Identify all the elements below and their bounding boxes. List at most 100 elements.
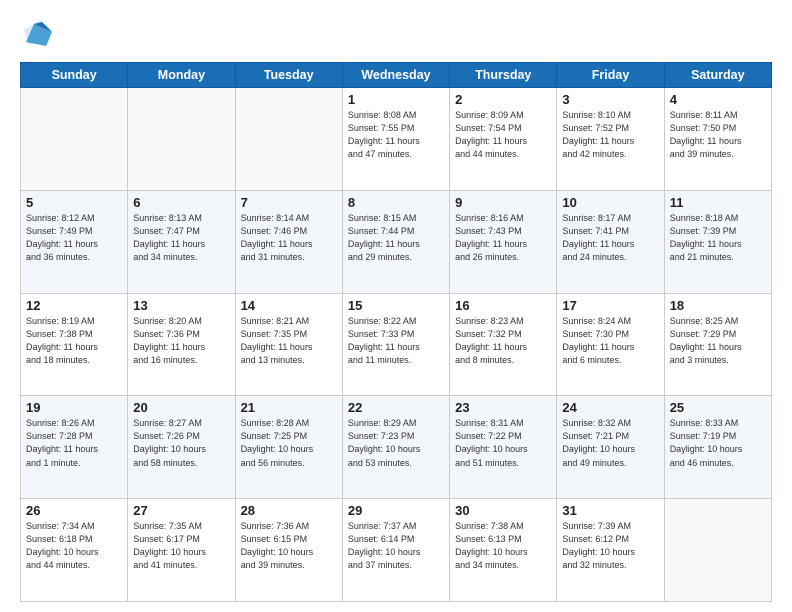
calendar-day-cell <box>664 499 771 602</box>
logo-icon <box>20 16 56 52</box>
day-info: Sunrise: 8:08 AM Sunset: 7:55 PM Dayligh… <box>348 109 444 161</box>
calendar-day-header: Tuesday <box>235 63 342 88</box>
day-number: 14 <box>241 298 337 313</box>
day-info: Sunrise: 7:34 AM Sunset: 6:18 PM Dayligh… <box>26 520 122 572</box>
calendar-day-cell: 18 Sunrise: 8:25 AM Sunset: 7:29 PM Dayli… <box>664 293 771 396</box>
day-info: Sunrise: 7:39 AM Sunset: 6:12 PM Dayligh… <box>562 520 658 572</box>
day-number: 3 <box>562 92 658 107</box>
day-number: 7 <box>241 195 337 210</box>
day-number: 28 <box>241 503 337 518</box>
day-number: 5 <box>26 195 122 210</box>
calendar-day-cell: 11 Sunrise: 8:18 AM Sunset: 7:39 PM Dayli… <box>664 190 771 293</box>
calendar-day-cell: 24 Sunrise: 8:32 AM Sunset: 7:21 PM Dayli… <box>557 396 664 499</box>
calendar-day-cell: 21 Sunrise: 8:28 AM Sunset: 7:25 PM Dayli… <box>235 396 342 499</box>
calendar-day-cell: 17 Sunrise: 8:24 AM Sunset: 7:30 PM Dayli… <box>557 293 664 396</box>
calendar-day-cell: 10 Sunrise: 8:17 AM Sunset: 7:41 PM Dayli… <box>557 190 664 293</box>
day-number: 20 <box>133 400 229 415</box>
calendar-day-cell: 27 Sunrise: 7:35 AM Sunset: 6:17 PM Dayli… <box>128 499 235 602</box>
day-number: 21 <box>241 400 337 415</box>
calendar-day-cell: 26 Sunrise: 7:34 AM Sunset: 6:18 PM Dayli… <box>21 499 128 602</box>
calendar-day-header: Thursday <box>450 63 557 88</box>
day-number: 15 <box>348 298 444 313</box>
calendar-day-cell: 20 Sunrise: 8:27 AM Sunset: 7:26 PM Dayli… <box>128 396 235 499</box>
day-info: Sunrise: 7:37 AM Sunset: 6:14 PM Dayligh… <box>348 520 444 572</box>
calendar-day-cell: 29Sunrise: 7:37 AM Sunset: 6:14 PM Dayli… <box>342 499 449 602</box>
day-info: Sunrise: 8:28 AM Sunset: 7:25 PM Dayligh… <box>241 417 337 469</box>
day-number: 6 <box>133 195 229 210</box>
day-number: 12 <box>26 298 122 313</box>
day-info: Sunrise: 8:23 AM Sunset: 7:32 PM Dayligh… <box>455 315 551 367</box>
day-info: Sunrise: 8:19 AM Sunset: 7:38 PM Dayligh… <box>26 315 122 367</box>
calendar-day-cell: 12 Sunrise: 8:19 AM Sunset: 7:38 PM Dayli… <box>21 293 128 396</box>
calendar-day-cell: 9Sunrise: 8:16 AM Sunset: 7:43 PM Daylig… <box>450 190 557 293</box>
day-number: 22 <box>348 400 444 415</box>
day-number: 30 <box>455 503 551 518</box>
calendar-day-header: Friday <box>557 63 664 88</box>
calendar-week-row: 5Sunrise: 8:12 AM Sunset: 7:49 PM Daylig… <box>21 190 772 293</box>
calendar-day-header: Saturday <box>664 63 771 88</box>
calendar-day-cell: 6 Sunrise: 8:13 AM Sunset: 7:47 PM Daylig… <box>128 190 235 293</box>
day-number: 18 <box>670 298 766 313</box>
calendar-day-cell: 28 Sunrise: 7:36 AM Sunset: 6:15 PM Dayli… <box>235 499 342 602</box>
calendar-week-row: 19 Sunrise: 8:26 AM Sunset: 7:28 PM Dayli… <box>21 396 772 499</box>
day-info: Sunrise: 8:18 AM Sunset: 7:39 PM Dayligh… <box>670 212 766 264</box>
calendar-day-cell: 3Sunrise: 8:10 AM Sunset: 7:52 PM Daylig… <box>557 88 664 191</box>
calendar-day-cell <box>21 88 128 191</box>
day-number: 24 <box>562 400 658 415</box>
day-info: Sunrise: 8:33 AM Sunset: 7:19 PM Dayligh… <box>670 417 766 469</box>
day-number: 23 <box>455 400 551 415</box>
calendar-header-row: SundayMondayTuesdayWednesdayThursdayFrid… <box>21 63 772 88</box>
day-number: 31 <box>562 503 658 518</box>
calendar-day-header: Monday <box>128 63 235 88</box>
day-info: Sunrise: 8:27 AM Sunset: 7:26 PM Dayligh… <box>133 417 229 469</box>
day-info: Sunrise: 8:17 AM Sunset: 7:41 PM Dayligh… <box>562 212 658 264</box>
day-number: 10 <box>562 195 658 210</box>
day-number: 11 <box>670 195 766 210</box>
calendar-week-row: 1 Sunrise: 8:08 AM Sunset: 7:55 PM Daylig… <box>21 88 772 191</box>
day-info: Sunrise: 8:32 AM Sunset: 7:21 PM Dayligh… <box>562 417 658 469</box>
header <box>20 16 772 52</box>
calendar-day-cell: 8 Sunrise: 8:15 AM Sunset: 7:44 PM Daylig… <box>342 190 449 293</box>
calendar-day-cell: 25 Sunrise: 8:33 AM Sunset: 7:19 PM Dayli… <box>664 396 771 499</box>
day-number: 19 <box>26 400 122 415</box>
calendar-day-cell: 13Sunrise: 8:20 AM Sunset: 7:36 PM Dayli… <box>128 293 235 396</box>
calendar-day-cell: 23 Sunrise: 8:31 AM Sunset: 7:22 PM Dayli… <box>450 396 557 499</box>
day-info: Sunrise: 8:16 AM Sunset: 7:43 PM Dayligh… <box>455 212 551 264</box>
day-info: Sunrise: 8:24 AM Sunset: 7:30 PM Dayligh… <box>562 315 658 367</box>
calendar-day-cell: 5Sunrise: 8:12 AM Sunset: 7:49 PM Daylig… <box>21 190 128 293</box>
day-info: Sunrise: 8:20 AM Sunset: 7:36 PM Dayligh… <box>133 315 229 367</box>
calendar-day-cell: 14Sunrise: 8:21 AM Sunset: 7:35 PM Dayli… <box>235 293 342 396</box>
calendar-day-cell <box>235 88 342 191</box>
day-info: Sunrise: 8:11 AM Sunset: 7:50 PM Dayligh… <box>670 109 766 161</box>
day-number: 25 <box>670 400 766 415</box>
day-number: 17 <box>562 298 658 313</box>
page: SundayMondayTuesdayWednesdayThursdayFrid… <box>0 0 792 612</box>
day-info: Sunrise: 7:38 AM Sunset: 6:13 PM Dayligh… <box>455 520 551 572</box>
calendar-day-cell: 1 Sunrise: 8:08 AM Sunset: 7:55 PM Daylig… <box>342 88 449 191</box>
calendar-day-cell: 30 Sunrise: 7:38 AM Sunset: 6:13 PM Dayli… <box>450 499 557 602</box>
day-info: Sunrise: 7:35 AM Sunset: 6:17 PM Dayligh… <box>133 520 229 572</box>
day-info: Sunrise: 8:31 AM Sunset: 7:22 PM Dayligh… <box>455 417 551 469</box>
day-number: 8 <box>348 195 444 210</box>
day-info: Sunrise: 8:22 AM Sunset: 7:33 PM Dayligh… <box>348 315 444 367</box>
calendar-day-cell: 15 Sunrise: 8:22 AM Sunset: 7:33 PM Dayli… <box>342 293 449 396</box>
day-info: Sunrise: 8:15 AM Sunset: 7:44 PM Dayligh… <box>348 212 444 264</box>
day-info: Sunrise: 7:36 AM Sunset: 6:15 PM Dayligh… <box>241 520 337 572</box>
day-number: 26 <box>26 503 122 518</box>
day-number: 2 <box>455 92 551 107</box>
calendar-day-cell: 19 Sunrise: 8:26 AM Sunset: 7:28 PM Dayli… <box>21 396 128 499</box>
day-number: 1 <box>348 92 444 107</box>
calendar-day-cell: 31 Sunrise: 7:39 AM Sunset: 6:12 PM Dayli… <box>557 499 664 602</box>
day-info: Sunrise: 8:09 AM Sunset: 7:54 PM Dayligh… <box>455 109 551 161</box>
day-number: 27 <box>133 503 229 518</box>
calendar-day-cell: 22 Sunrise: 8:29 AM Sunset: 7:23 PM Dayli… <box>342 396 449 499</box>
day-info: Sunrise: 8:14 AM Sunset: 7:46 PM Dayligh… <box>241 212 337 264</box>
calendar-table: SundayMondayTuesdayWednesdayThursdayFrid… <box>20 62 772 602</box>
day-info: Sunrise: 8:13 AM Sunset: 7:47 PM Dayligh… <box>133 212 229 264</box>
calendar-day-cell: 4Sunrise: 8:11 AM Sunset: 7:50 PM Daylig… <box>664 88 771 191</box>
calendar-day-header: Wednesday <box>342 63 449 88</box>
day-info: Sunrise: 8:29 AM Sunset: 7:23 PM Dayligh… <box>348 417 444 469</box>
day-info: Sunrise: 8:26 AM Sunset: 7:28 PM Dayligh… <box>26 417 122 469</box>
day-info: Sunrise: 8:25 AM Sunset: 7:29 PM Dayligh… <box>670 315 766 367</box>
calendar-day-cell: 16Sunrise: 8:23 AM Sunset: 7:32 PM Dayli… <box>450 293 557 396</box>
